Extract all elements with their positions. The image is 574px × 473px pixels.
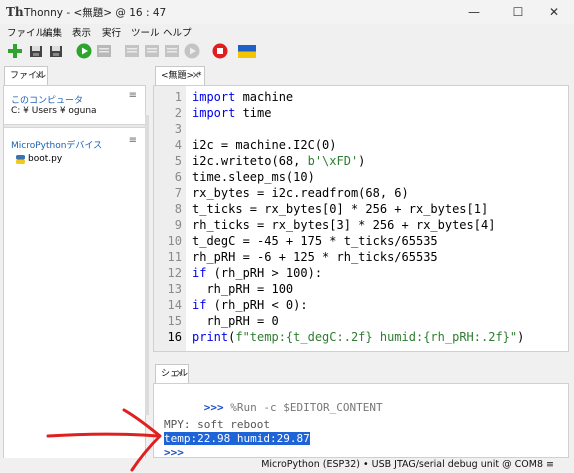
menu-help[interactable]: ヘルプ [163, 25, 192, 39]
computer-path[interactable]: C: ¥ Users ¥ oguna [11, 106, 97, 116]
line-number: 12 [167, 266, 182, 280]
menu-tools[interactable]: ツール [131, 25, 160, 39]
code-line[interactable]: i2c.writeto(68, b'\xFD') [192, 154, 365, 168]
computer-menu-icon[interactable]: ≡ [129, 90, 137, 101]
resume-icon[interactable] [184, 43, 200, 59]
line-number: 9 [174, 218, 182, 232]
line-number: 14 [167, 298, 182, 312]
code-line[interactable]: time.sleep_ms(10) [192, 170, 315, 184]
code-line[interactable]: rh_ticks = rx_bytes[3] * 256 + rx_bytes[… [192, 218, 495, 232]
line-number: 8 [174, 202, 182, 216]
shell-output-selected[interactable]: temp:22.98 humid:29.87 [164, 432, 310, 445]
line-number: 5 [174, 154, 182, 168]
micropython-device-title: MicroPythonデバイス [11, 141, 103, 151]
save-file-icon[interactable] [48, 43, 64, 59]
code-editor[interactable]: 1 2 3 4 5 6 7 8 9 10 11 12 13 14 15 16 i… [153, 85, 569, 352]
files-scrollbar[interactable] [145, 115, 149, 415]
stop-icon[interactable] [212, 43, 228, 59]
interpreter-status[interactable]: MicroPython (ESP32) • USB JTAG/serial de… [261, 459, 554, 470]
menu-edit[interactable]: 編集 [43, 25, 62, 39]
new-file-icon[interactable] [7, 43, 23, 59]
minimize-button[interactable]: — [454, 0, 494, 24]
shell-console[interactable]: >>> %Run -c $EDITOR_CONTENT MPY: soft re… [153, 383, 569, 458]
title-bar: Th Thonny - <無題> @ 16 : 47 — ☐ ✕ [0, 0, 574, 24]
code-line[interactable]: i2c = machine.I2C(0) [192, 138, 337, 152]
open-file-icon[interactable] [28, 43, 44, 59]
line-number-gutter: 1 2 3 4 5 6 7 8 9 10 11 12 13 14 15 16 [154, 86, 186, 351]
code-line[interactable]: import machine [192, 90, 293, 104]
code-line[interactable]: t_degC = -45 + 175 * t_ticks/65535 [192, 234, 438, 248]
code-line[interactable]: if (rh_pRH < 0): [192, 298, 308, 312]
line-number: 2 [174, 106, 182, 120]
line-number: 6 [174, 170, 182, 184]
close-icon[interactable]: × [176, 365, 184, 383]
code-line[interactable]: print(f"temp:{t_degC:.2f} humid:{rh_pRH:… [192, 330, 524, 344]
code-line[interactable]: rh_pRH = 0 [192, 314, 278, 328]
line-number: 11 [167, 250, 182, 264]
line-number: 15 [167, 314, 182, 328]
line-number: 10 [167, 234, 182, 248]
line-number: 7 [174, 186, 182, 200]
code-line[interactable]: if (rh_pRH > 100): [192, 266, 322, 280]
device-menu-icon[interactable]: ≡ [129, 135, 137, 146]
code-line[interactable]: t_ticks = rx_bytes[0] * 256 + rx_bytes[1… [192, 202, 488, 216]
line-number: 3 [174, 122, 182, 136]
toolbar [0, 38, 574, 64]
line-number: 13 [167, 282, 182, 296]
thonny-logo-icon: Th [6, 5, 24, 19]
this-computer-title: このコンピュータ [11, 96, 84, 106]
close-icon[interactable]: × [192, 67, 200, 85]
menu-view[interactable]: 表示 [72, 25, 91, 39]
code-line[interactable]: rh_pRH = 100 [192, 282, 293, 296]
code-line[interactable]: rh_pRH = -6 + 125 * rh_ticks/65535 [192, 250, 438, 264]
python-file-icon [16, 155, 25, 164]
step-into-icon[interactable] [144, 43, 160, 59]
menu-bar: ファイル 編集 表示 実行 ツール ヘルプ [0, 24, 574, 39]
shell-command: %Run -c $EDITOR_CONTENT [223, 401, 383, 414]
close-icon[interactable]: × [35, 67, 43, 85]
window-title: Thonny - <無題> @ 16 : 47 [24, 7, 167, 19]
code-line[interactable]: import time [192, 106, 271, 120]
line-number: 1 [174, 90, 182, 104]
tab-shell[interactable]: シェル × [155, 364, 189, 384]
menu-run[interactable]: 実行 [102, 25, 121, 39]
close-window-button[interactable]: ✕ [534, 0, 574, 24]
line-number-current: 16 [167, 330, 182, 344]
maximize-button[interactable]: ☐ [498, 0, 538, 24]
code-line[interactable]: rx_bytes = i2c.readfrom(68, 6) [192, 186, 409, 200]
run-icon[interactable] [76, 43, 92, 59]
shell-prompt: >>> [203, 401, 224, 414]
file-name: boot.py [28, 154, 63, 164]
menu-file[interactable]: ファイル [7, 25, 45, 39]
tab-untitled[interactable]: <無題> * × [155, 66, 205, 86]
thonny-window: Th Thonny - <無題> @ 16 : 47 — ☐ ✕ ファイル 編集… [0, 0, 574, 473]
ukraine-flag-icon[interactable] [238, 45, 256, 58]
red-arrow-annotation [46, 408, 162, 472]
debug-icon[interactable] [96, 43, 112, 59]
step-out-icon[interactable] [164, 43, 180, 59]
pane-divider[interactable] [4, 124, 145, 128]
step-over-icon[interactable] [124, 43, 140, 59]
line-number: 4 [174, 138, 182, 152]
shell-output-reboot: MPY: soft reboot [164, 418, 270, 431]
tab-files[interactable]: ファイル × [4, 66, 48, 86]
